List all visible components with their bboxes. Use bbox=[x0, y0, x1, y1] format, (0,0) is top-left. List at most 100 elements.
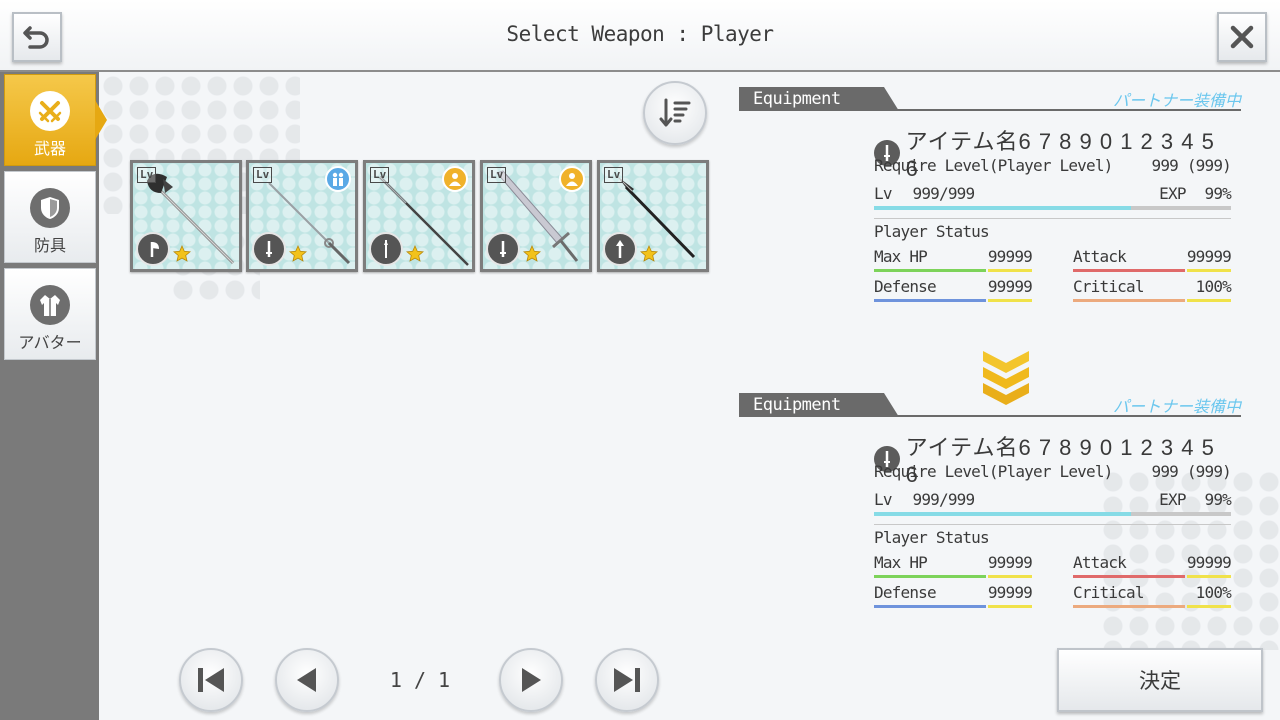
hp-bar bbox=[874, 575, 986, 578]
stat-value: 99999 bbox=[987, 277, 1033, 296]
coat-icon bbox=[30, 285, 70, 325]
exp-readout: EXP 99% bbox=[1159, 490, 1232, 509]
bar-tail bbox=[1187, 605, 1231, 608]
tab-armor[interactable]: 防具 bbox=[4, 171, 96, 263]
star-icon bbox=[173, 245, 191, 262]
stat-label: Attack bbox=[1073, 553, 1127, 572]
last-page-button[interactable] bbox=[595, 648, 659, 712]
item-card[interactable]: Lv bbox=[363, 160, 475, 272]
level-label: Lv bbox=[874, 184, 892, 203]
prev-page-button[interactable] bbox=[275, 648, 339, 712]
stat-label: Attack bbox=[1073, 247, 1127, 266]
stat-value: 100% bbox=[1195, 583, 1232, 602]
stat-label: Critical bbox=[1073, 277, 1144, 296]
stat-value: 99999 bbox=[987, 247, 1033, 266]
stat-value: 99999 bbox=[987, 583, 1033, 602]
stat-label: Defense bbox=[874, 277, 937, 296]
category-sidebar: 武器 防具 アバター bbox=[0, 72, 107, 720]
defense-bar bbox=[874, 299, 986, 302]
equipment-panel-current: Equipment パートナー装備中 アイテム名6 7 8 9 0 1 2 3 … bbox=[739, 87, 1241, 307]
exp-label: EXP bbox=[1159, 184, 1186, 203]
partner-pair-icon bbox=[325, 166, 351, 192]
stat-label: Defense bbox=[874, 583, 937, 602]
sword-type-icon bbox=[486, 232, 520, 266]
rapier-type-icon bbox=[369, 232, 403, 266]
stat-value: 100% bbox=[1195, 277, 1232, 296]
item-card[interactable]: Lv bbox=[246, 160, 358, 272]
star-icon bbox=[640, 245, 658, 262]
sword-type-icon bbox=[252, 232, 286, 266]
active-tab-pointer bbox=[95, 100, 107, 140]
status-title: Player Status bbox=[874, 222, 990, 241]
item-card[interactable]: Lv bbox=[130, 160, 242, 272]
level-tag: Lv bbox=[137, 167, 157, 183]
stat-attack: Attack 99999 bbox=[1073, 553, 1232, 578]
bar-tail bbox=[988, 575, 1032, 578]
require-level-label: Require Level(Player Level) bbox=[874, 462, 1113, 481]
stat-defense: Defense 99999 bbox=[874, 583, 1033, 608]
exp-label: EXP bbox=[1159, 490, 1186, 509]
skip-first-icon bbox=[198, 668, 224, 692]
exp-value: 99% bbox=[1204, 490, 1232, 509]
bar-tail bbox=[988, 269, 1032, 272]
level-tag: Lv bbox=[253, 167, 273, 183]
level-value: 999/999 bbox=[912, 490, 976, 509]
level-tag: Lv bbox=[370, 167, 390, 183]
stat-value: 99999 bbox=[1186, 553, 1232, 572]
item-card[interactable]: Lv bbox=[480, 160, 592, 272]
stat-value: 99999 bbox=[1186, 247, 1232, 266]
swords-icon bbox=[30, 91, 70, 131]
prev-icon bbox=[297, 668, 316, 692]
star-icon bbox=[406, 245, 424, 262]
level-value: 999/999 bbox=[912, 184, 976, 203]
sort-icon bbox=[659, 98, 691, 127]
tab-avatar[interactable]: アバター bbox=[4, 268, 96, 360]
stat-attack: Attack 99999 bbox=[1073, 247, 1232, 272]
stat-critical: Critical 100% bbox=[1073, 583, 1232, 608]
bar-tail bbox=[988, 605, 1032, 608]
bar-tail bbox=[1187, 575, 1231, 578]
bar-tail bbox=[988, 299, 1032, 302]
star-icon bbox=[523, 245, 541, 262]
stat-label: Max HP bbox=[874, 553, 928, 572]
level-row: Lv 999/999 EXP 99% bbox=[874, 490, 1232, 509]
tab-weapon[interactable]: 武器 bbox=[4, 74, 96, 166]
item-card[interactable]: Lv bbox=[597, 160, 709, 272]
level-row: Lv 999/999 EXP 99% bbox=[874, 184, 1232, 203]
tab-avatar-label: アバター bbox=[18, 335, 82, 352]
close-button[interactable] bbox=[1217, 12, 1267, 62]
critical-bar bbox=[1073, 605, 1185, 608]
partner-single-icon bbox=[442, 166, 468, 192]
level-label: Lv bbox=[874, 490, 892, 509]
attack-bar bbox=[1073, 575, 1185, 578]
close-icon bbox=[1230, 25, 1254, 49]
tab-armor-label: 防具 bbox=[33, 238, 66, 255]
stat-defense: Defense 99999 bbox=[874, 277, 1033, 302]
stat-max-hp: Max HP 99999 bbox=[874, 247, 1033, 272]
exp-readout: EXP 99% bbox=[1159, 184, 1232, 203]
sort-button[interactable] bbox=[643, 81, 707, 145]
spear-type-icon bbox=[603, 232, 637, 266]
next-icon bbox=[522, 668, 541, 692]
stat-max-hp: Max HP 99999 bbox=[874, 553, 1033, 578]
skip-last-icon bbox=[614, 668, 640, 692]
next-page-button[interactable] bbox=[499, 648, 563, 712]
level-tag: Lv bbox=[487, 167, 507, 183]
stat-critical: Critical 100% bbox=[1073, 277, 1232, 302]
require-level-row: Require Level(Player Level) 999 (999) bbox=[874, 156, 1232, 175]
exp-bar bbox=[874, 512, 1231, 516]
stat-value: 99999 bbox=[987, 553, 1033, 572]
equipment-panel-selected: Equipment パートナー装備中 アイテム名6 7 8 9 0 1 2 3 … bbox=[739, 393, 1241, 623]
require-level-value: 999 (999) bbox=[1151, 156, 1232, 175]
hp-bar bbox=[874, 269, 986, 272]
exp-value: 99% bbox=[1204, 184, 1232, 203]
divider bbox=[874, 218, 1231, 219]
first-page-button[interactable] bbox=[179, 648, 243, 712]
stat-label: Max HP bbox=[874, 247, 928, 266]
confirm-button[interactable]: 決定 bbox=[1057, 648, 1263, 712]
shield-icon bbox=[30, 188, 70, 228]
status-title: Player Status bbox=[874, 528, 990, 547]
critical-bar bbox=[1073, 299, 1185, 302]
exp-bar-fill bbox=[874, 206, 1132, 210]
bar-tail bbox=[1187, 269, 1231, 272]
